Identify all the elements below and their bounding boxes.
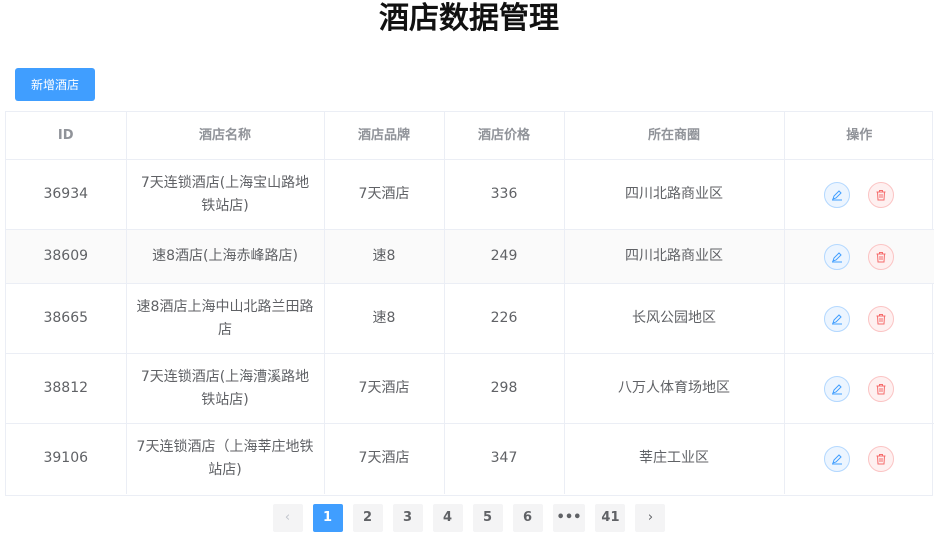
cell-name: 7天连锁酒店(上海宝山路地铁站店) [126,159,325,230]
pagination-next-button[interactable]: › [635,504,666,532]
delete-button[interactable] [868,305,895,332]
cell-actions [784,229,934,284]
column-header-brand: 酒店品牌 [324,112,445,160]
table-row: 38609 速8酒店(上海赤峰路店) 速8 249 四川北路商业区 [6,229,934,284]
cell-name: 速8酒店(上海赤峰路店) [126,229,325,284]
table-row: 38812 7天连锁酒店(上海漕溪路地铁站店) 7天酒店 298 八万人体育场地… [6,353,934,424]
cell-brand: 速8 [324,229,445,284]
pagination: ‹ 1 2 3 4 5 6 ••• 41 › [0,504,938,532]
pagination-page-5[interactable]: 5 [472,504,503,532]
hotel-table: ID 酒店名称 酒店品牌 酒店价格 所在商圈 操作 36934 7天连锁酒店(上… [5,111,934,496]
cell-id: 36934 [6,159,127,230]
edit-button[interactable] [824,181,851,208]
delete-button[interactable] [868,375,895,402]
table-row: 36934 7天连锁酒店(上海宝山路地铁站店) 7天酒店 336 四川北路商业区 [6,159,934,230]
cell-name: 速8酒店上海中山北路兰田路店 [126,283,325,354]
cell-actions [784,424,934,494]
delete-button[interactable] [868,243,895,270]
pagination-page-2[interactable]: 2 [352,504,383,532]
cell-name: 7天连锁酒店(上海漕溪路地铁站店) [126,353,325,424]
edit-button[interactable] [824,375,851,402]
page-title: 酒店数据管理 [379,1,559,36]
pagination-ellipsis[interactable]: ••• [552,504,586,532]
cell-area: 八万人体育场地区 [564,353,785,424]
trash-icon [876,189,886,200]
trash-icon [876,453,886,465]
edit-icon [832,189,843,200]
edit-button[interactable] [824,305,851,332]
cell-name: 7天连锁酒店（上海莘庄地铁站店) [126,423,325,494]
cell-area: 莘庄工业区 [564,423,785,494]
cell-id: 38665 [6,283,127,354]
delete-button[interactable] [868,181,895,208]
edit-button[interactable] [824,243,851,270]
cell-actions [784,283,934,354]
pagination-page-6[interactable]: 6 [512,504,543,532]
edit-icon [832,454,843,465]
pagination-page-3[interactable]: 3 [392,504,423,532]
add-hotel-button[interactable]: 新增酒店 [15,68,95,101]
cell-actions [784,353,934,424]
column-header-price: 酒店价格 [444,112,565,160]
cell-brand: 7天酒店 [324,159,445,230]
table-row: 39106 7天连锁酒店（上海莘庄地铁站店) 7天酒店 347 莘庄工业区 [6,423,934,494]
table-row: 38665 速8酒店上海中山北路兰田路店 速8 226 长风公园地区 [6,283,934,354]
cell-id: 38609 [6,229,127,284]
cell-id: 39106 [6,423,127,494]
column-header-name: 酒店名称 [126,112,325,160]
cell-price: 336 [444,159,565,230]
pagination-prev-button[interactable]: ‹ [272,504,303,532]
cell-brand: 7天酒店 [324,353,445,424]
cell-area: 四川北路商业区 [564,159,785,230]
pagination-page-1[interactable]: 1 [312,504,343,532]
column-header-id: ID [6,112,127,160]
column-header-actions: 操作 [784,112,934,160]
table-header-row: ID 酒店名称 酒店品牌 酒店价格 所在商圈 操作 [6,112,934,160]
cell-brand: 7天酒店 [324,423,445,494]
cell-brand: 速8 [324,283,445,354]
edit-icon [832,251,843,262]
pagination-page-last[interactable]: 41 [595,504,626,532]
cell-id: 38812 [6,353,127,424]
column-header-area: 所在商圈 [564,112,785,160]
edit-icon [832,383,843,394]
trash-icon [876,383,886,394]
delete-button[interactable] [868,445,895,472]
edit-icon [832,313,843,324]
cell-area: 长风公园地区 [564,283,785,354]
cell-actions [784,159,934,230]
trash-icon [876,251,886,262]
trash-icon [876,313,886,324]
cell-price: 249 [444,229,565,284]
cell-price: 298 [444,353,565,424]
pagination-page-4[interactable]: 4 [432,504,463,532]
cell-price: 347 [444,423,565,494]
cell-price: 226 [444,283,565,354]
cell-area: 四川北路商业区 [564,229,785,284]
edit-button[interactable] [824,445,851,472]
